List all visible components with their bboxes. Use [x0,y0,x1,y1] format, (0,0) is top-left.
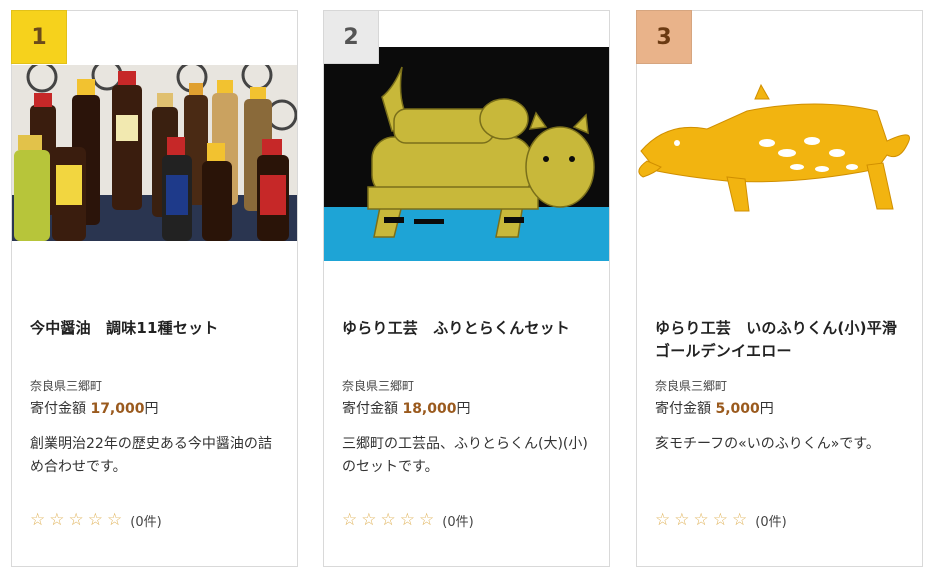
price-amount: 5,000 [715,401,760,417]
product-description: 三郷町の工芸品、ふりとらくん(大)(小)のセットです。 [342,436,588,475]
product-title[interactable]: ゆらり工芸 いのふりくん(小)平滑ゴールデンイエロー [655,317,912,363]
price-unit: 円 [144,401,159,417]
product-card-3[interactable]: 3 ゆらり工芸 いのふりくん(小)平滑ゴールデンイエロー 奈良県三郷町 寄付金額… [636,10,923,567]
star-icon: ☆ [68,510,84,530]
star-icon: ☆ [107,510,123,530]
rank-badge: 2 [323,10,379,64]
product-card-1[interactable]: 1 今中醤油 調味11種セット 奈良県三郷町 寄付金額 17,000円 創業明治… [11,10,298,567]
star-icon: ☆ [30,510,46,530]
star-icon: ☆ [732,510,748,530]
price-amount: 18,000 [402,401,457,417]
rank-badge: 3 [636,10,692,64]
rating: ☆ ☆ ☆ ☆ ☆ (0件) [655,510,787,531]
price-unit: 円 [759,401,774,417]
star-icon: ☆ [712,510,728,530]
price-label: 寄付金額 [30,401,86,417]
rating: ☆ ☆ ☆ ☆ ☆ (0件) [342,510,474,531]
star-icon: ☆ [361,510,377,530]
star-icon: ☆ [380,510,396,530]
star-icon: ☆ [399,510,415,530]
product-card-2[interactable]: 2 ゆらり工芸 ふりとらくんセット 奈良県三郷町 寄付金額 18,000円 三郷… [323,10,610,567]
price-amount: 17,000 [90,401,145,417]
review-count: (0件) [130,515,162,530]
star-icon: ☆ [655,510,671,530]
soy-sauce-bottles-photo[interactable] [12,65,297,241]
product-region: 奈良県三郷町 [655,379,728,393]
yellow-boar-craft-photo[interactable] [637,81,922,231]
product-price: 寄付金額 18,000円 [342,398,470,418]
star-icon: ☆ [419,510,435,530]
star-icon: ☆ [87,510,103,530]
star-icon: ☆ [693,510,709,530]
star-icon: ☆ [342,510,358,530]
price-label: 寄付金額 [342,401,398,417]
product-price: 寄付金額 5,000円 [655,398,774,418]
yellow-tiger-craft-photo[interactable] [324,47,609,261]
rank-badge: 1 [11,10,67,64]
product-region: 奈良県三郷町 [342,379,415,393]
star-icon: ☆ [49,510,65,530]
rating: ☆ ☆ ☆ ☆ ☆ (0件) [30,510,162,531]
product-title[interactable]: ゆらり工芸 ふりとらくんセット [342,317,599,340]
product-region: 奈良県三郷町 [30,379,103,393]
review-count: (0件) [755,515,787,530]
price-unit: 円 [456,401,471,417]
price-label: 寄付金額 [655,401,711,417]
star-icon: ☆ [674,510,690,530]
product-description: 創業明治22年の歴史ある今中醤油の詰め合わせです。 [30,436,272,475]
product-title[interactable]: 今中醤油 調味11種セット [30,317,287,340]
product-price: 寄付金額 17,000円 [30,398,158,418]
review-count: (0件) [442,515,474,530]
product-description: 亥モチーフの«いのふりくん»です。 [655,436,880,452]
